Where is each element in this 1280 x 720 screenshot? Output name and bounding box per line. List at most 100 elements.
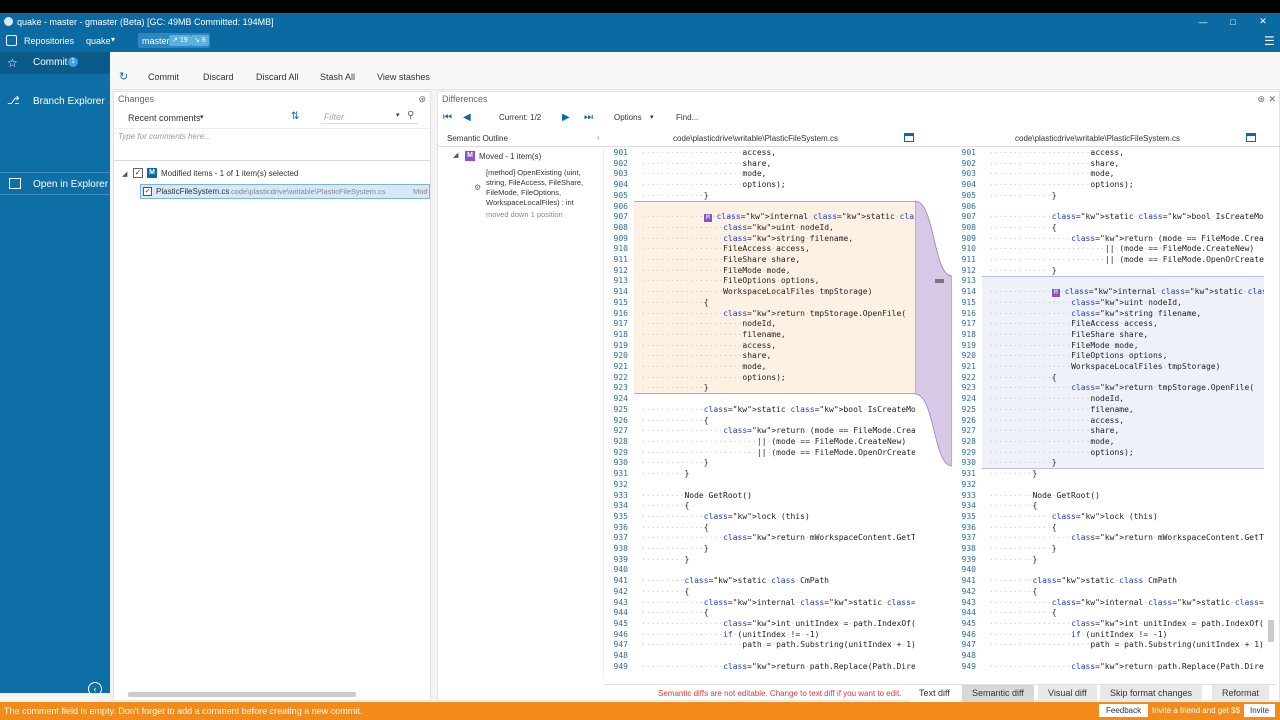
semantic-outline-title: Semantic Outline (447, 134, 508, 143)
prev-diff-icon[interactable]: ◀ (463, 112, 471, 123)
modified-icon: M (147, 168, 157, 178)
pin-icon[interactable]: ⊛ (418, 92, 426, 107)
repo-selector[interactable]: quake (86, 36, 111, 46)
close-panel-icon[interactable]: ✕ (1268, 92, 1276, 107)
commit-icon: ☆ (7, 56, 18, 70)
top-navigation: Repositories quake ▾ master ↗ 19 ↘ 8 ☰ (0, 30, 1280, 52)
chevron-down-icon[interactable]: ▾ (650, 113, 654, 121)
feedback-button[interactable]: Feedback (1099, 704, 1149, 717)
tab-reformat[interactable]: Reformat (1212, 685, 1270, 702)
outline-method[interactable]: [method] OpenExisting (uint, string, Fil… (486, 168, 596, 208)
group-label: Modified items - 1 of 1 item(s) selected (161, 169, 299, 178)
recent-comments-dropdown[interactable]: Recent comments (128, 113, 201, 123)
pin-icon[interactable]: ⊛ (1257, 92, 1265, 107)
tab-semantic-diff[interactable]: Semantic diff (962, 685, 1034, 702)
method-icon: ⚙ (474, 183, 482, 192)
sidebar: ☆ Commit 1 ⎇ Branch Explorer Open in Exp… (0, 52, 110, 696)
comment-textarea[interactable]: Type for comments here... (114, 128, 430, 161)
left-line-numbers: 901 902 903 904 905 906 907 908 909 910 911 912 913 9… (613, 148, 628, 671)
current-diff-label: Current: 1/2 (499, 113, 542, 122)
right-line-numbers: 901 902 903 904 905 906 907 908 909 910 911 912 913 9… (961, 148, 976, 671)
right-file-path: code\plasticdrive\writable\PlasticFileSy… (1015, 134, 1180, 143)
diff-column-headers: Semantic Outline ‹ code\plasticdrive\wri… (438, 131, 1280, 147)
options-dropdown[interactable]: Options (614, 113, 642, 122)
branch-selector[interactable]: master ↗ 19 ↘ 8 (138, 33, 210, 48)
invite-text: Invite a friend and get $$ (1152, 706, 1241, 715)
moved-marker-icon: M (1051, 289, 1060, 298)
comment-placeholder: Type for comments here... (118, 132, 211, 141)
left-code-text: ·····················access, ···········… (641, 148, 915, 671)
sidebar-item-commit[interactable]: ☆ Commit 1 (0, 52, 110, 74)
chevron-down-icon[interactable]: ▾ (200, 113, 204, 121)
filter-placeholder: Filter (324, 112, 344, 122)
open-external-icon (9, 178, 21, 189)
status-bar: The comment field is empty. Don't forget… (0, 702, 1280, 720)
diff-mode-bar: Semantic diffs are not editable. Change … (604, 684, 1276, 702)
first-diff-icon[interactable]: ⏮ (443, 112, 452, 123)
discard-button[interactable]: Discard (203, 72, 234, 82)
action-bar: ↻ Commit Discard Discard All Stash All V… (110, 52, 1280, 90)
app-icon (4, 17, 13, 26)
file-name: PlasticFileSystem.cs (156, 187, 230, 196)
maximize-pane-icon[interactable] (1246, 133, 1256, 142)
right-code-pane[interactable]: 901 902 903 904 905 906 907 908 909 910 911 912 913 9… (952, 148, 1264, 678)
filter-input[interactable]: Filter ▾ ⚲ (321, 110, 418, 124)
commit-count-badge: 1 (68, 57, 78, 67)
right-code-text: ·····················access, ···········… (989, 148, 1264, 671)
tab-visual-diff[interactable]: Visual diff (1038, 685, 1097, 702)
chevron-down-icon[interactable]: ▾ (396, 111, 400, 119)
maximize-pane-icon[interactable] (904, 133, 914, 142)
differences-panel: Differences ⊛ ✕ ⏮ ◀ Current: 1/2 ▶ ⏭ Optio… (437, 91, 1280, 702)
sidebar-item-label: Open in Explorer (33, 179, 109, 190)
file-path: code\plasticdrive\writable\PlasticFileSy… (231, 187, 386, 196)
branch-icon: ⎇ (7, 95, 20, 107)
moved-icon: M (465, 151, 475, 161)
find-button[interactable]: Find... (676, 113, 698, 122)
hamburger-menu-icon[interactable]: ☰ (1264, 34, 1275, 48)
tab-skip-format-changes[interactable]: Skip format changes (1100, 685, 1203, 702)
outgoing-badge: ↗ 19 (169, 35, 191, 46)
sort-icon[interactable]: ⇅ (291, 111, 299, 122)
collapse-sidebar-icon[interactable]: ‹ (88, 682, 102, 696)
stash-all-button[interactable]: Stash All (320, 72, 355, 82)
collapse-triangle-icon[interactable]: ◢ (122, 170, 127, 178)
maximize-icon[interactable]: □ (1218, 13, 1248, 30)
outline-note: moved down 1 position (486, 210, 563, 219)
chevron-down-icon[interactable]: ▾ (111, 35, 115, 44)
horizontal-scrollbar[interactable] (118, 690, 428, 698)
close-icon[interactable]: ✕ (1248, 13, 1278, 30)
changes-panel: Changes ⊛ Recent comments ▾ ⇅ Filter ▾ ⚲ … (113, 91, 431, 701)
sidebar-item-label: Branch Explorer (33, 96, 105, 107)
group-checkbox[interactable]: ✓ (133, 168, 143, 178)
collapse-triangle-icon[interactable]: ◢ (453, 151, 458, 159)
sidebar-item-label: Commit (33, 57, 68, 68)
next-diff-icon[interactable]: ▶ (562, 112, 570, 123)
left-code-pane[interactable]: 901 902 903 904 905 906 907 908 909 910 911 912 913 9… (603, 148, 915, 678)
repositories-icon (6, 35, 17, 46)
collapse-outline-icon[interactable]: ‹ (597, 133, 600, 142)
search-icon[interactable]: ⚲ (407, 110, 414, 121)
commit-button[interactable]: Commit (148, 72, 179, 82)
incoming-badge: ↘ 8 (191, 35, 209, 46)
last-diff-icon[interactable]: ⏭ (584, 112, 593, 123)
invite-button[interactable]: Invite (1244, 704, 1276, 717)
left-file-path: code\plasticdrive\writable\PlasticFileSy… (673, 134, 838, 143)
semantic-notice: Semantic diffs are not editable. Change … (658, 689, 902, 698)
differences-header: Differences ⊛ ✕ (438, 92, 1279, 107)
vertical-scrollbar[interactable] (1266, 148, 1276, 678)
sidebar-item-branch-explorer[interactable]: ⎇ Branch Explorer (0, 91, 110, 113)
refresh-icon[interactable]: ↻ (119, 70, 128, 83)
file-checkbox[interactable]: ✓ (143, 187, 152, 196)
app-window: quake - master - gmaster (Beta) [GC: 49M… (0, 13, 1280, 720)
view-stashes-button[interactable]: View stashes (377, 72, 430, 82)
tab-text-diff[interactable]: Text diff (909, 685, 960, 702)
file-row[interactable]: ✓ PlasticFileSystem.cs code\plasticdrive… (140, 184, 430, 199)
repositories-button[interactable]: Repositories (24, 36, 74, 46)
moved-connector (915, 200, 952, 467)
discard-all-button[interactable]: Discard All (256, 72, 299, 82)
minimize-icon[interactable]: — (1188, 13, 1218, 30)
semantic-outline: ◢ M Moved - 1 item(s) ⚙ [method] OpenExi… (438, 148, 603, 678)
open-in-explorer-button[interactable]: Open in Explorer (0, 172, 110, 195)
status-message: The comment field is empty. Don't forget… (4, 706, 363, 716)
moved-marker-icon: M (703, 214, 712, 223)
